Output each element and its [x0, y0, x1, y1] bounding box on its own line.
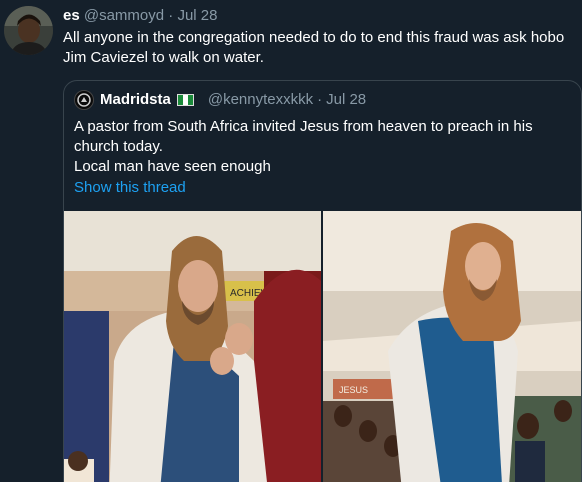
- quoted-tweet-date: Jul 28: [326, 91, 367, 108]
- separator-dot: ·: [168, 7, 174, 24]
- media-photo-left[interactable]: ACHIEVE: [64, 211, 321, 482]
- media-grid: ACHIEVE JESUS: [64, 211, 581, 482]
- tweet-date[interactable]: Jul 28: [177, 7, 217, 24]
- show-thread-link[interactable]: Show this thread: [74, 178, 186, 198]
- quoted-author-name: Madridsta: [100, 91, 171, 108]
- quoted-avatar: [74, 90, 94, 110]
- quoted-tweet[interactable]: Madridsta @kennytexxkkk · Jul 28 A pasto…: [63, 80, 582, 482]
- media-photo-right[interactable]: JESUS: [323, 211, 581, 482]
- quoted-tweet-text: A pastor from South Africa invited Jesus…: [74, 117, 569, 177]
- sign-text-right: JESUS: [339, 385, 368, 395]
- quoted-separator-dot: ·: [317, 91, 323, 108]
- quoted-text-line-2: Local man have seen enough: [74, 158, 271, 175]
- nigeria-flag-icon: [176, 94, 194, 106]
- quoted-tweet-header: Madridsta @kennytexxkkk · Jul 28: [74, 90, 366, 110]
- tweet[interactable]: es @sammoyd · Jul 28 All anyone in the c…: [0, 0, 582, 482]
- quoted-text-line-1: A pastor from South Africa invited Jesus…: [74, 118, 533, 155]
- avatar[interactable]: [4, 6, 53, 55]
- quoted-author-handle: @kennytexxkkk: [207, 91, 314, 108]
- author-name[interactable]: es: [63, 7, 80, 24]
- tweet-text: All anyone in the congregation needed to…: [63, 29, 565, 66]
- author-handle[interactable]: @sammoyd: [84, 7, 164, 24]
- tweet-header: es @sammoyd · Jul 28: [63, 6, 217, 26]
